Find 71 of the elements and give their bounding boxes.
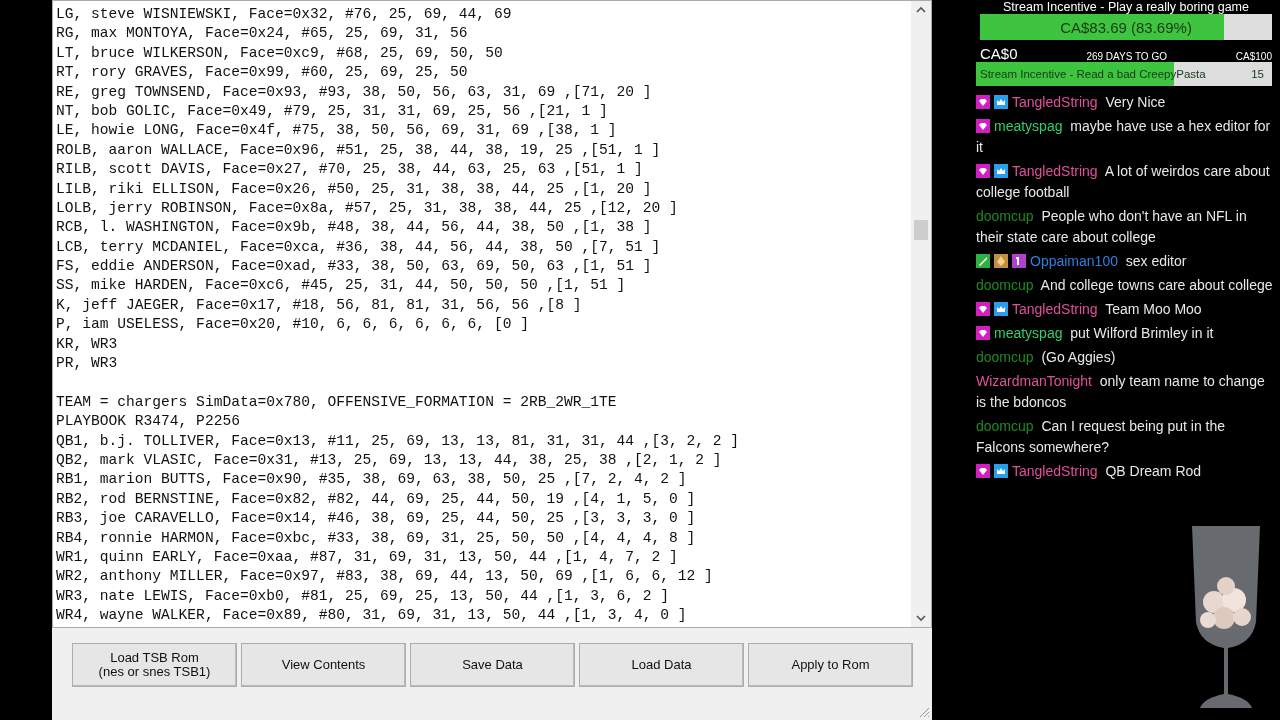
crown-badge-icon (994, 95, 1008, 109)
chat-message: doomcup And college towns care about college (976, 276, 1274, 295)
code-line: ROLB, aaron WALLACE, Face=0x96, #51, 25, 38, 44, 38, 19, 25 ,[51, 1 ] (56, 140, 662, 160)
goal-max: CA$100 (1235, 51, 1272, 62)
code-line: PLAYBOOK R3474, P2256 (56, 412, 241, 432)
code-line: LCB, terry MCDANIEL, Face=0xca, #36, 38, 44, 56, 44, 38, 50 ,[7, 51 ] (56, 237, 662, 257)
action-button[interactable]: Apply to Rom (748, 643, 913, 687)
code-line: QB2, mark VLASIC, Face=0x31, #13, 25, 69, 13, 13, 44, 38, 25, 38 ,[2, 1, 2 ] (56, 451, 723, 470)
chat-message: meatyspag put Wilford Brimley in it (976, 323, 1274, 344)
code-line: RB1, marion BUTTS, Face=0x90, #35, 38, 69, 63, 38, 50, 25 ,[7, 2, 4, 2 ] (56, 470, 688, 490)
incentive-count: 15 (1251, 68, 1264, 80)
action-button[interactable]: Load TSB Rom (nes or snes TSB1) (72, 643, 237, 687)
chat-message: Oppaiman100 sex editor (976, 251, 1274, 272)
code-line: LE, howie LONG, Face=0x4f, #75, 38, 50, 56, 69, 31, 69 ,[38, 1 ] (56, 121, 618, 141)
heart-badge-icon (976, 302, 990, 316)
code-line: P, iam USELESS, Face=0x20, #10, 6, 6, 6, 6, 6, 6, [0 ] (56, 315, 530, 335)
code-line: LT, bruce WILKERSON, Face=0xc9, #68, 25, 69, 50, 50 (56, 43, 504, 63)
code-line: RG, max MONTOYA, Face=0x24, #65, 25, 69, 31, 56 (56, 24, 469, 44)
code-line: SS, mike HARDEN, Face=0xc6, #45, 25, 31, 44, 50, 50, 50 ,[1, 51 ] (56, 276, 627, 296)
code-line: KR, WR3 (56, 334, 119, 354)
heart-badge-icon (976, 464, 990, 478)
code-line: K, jeff JAEGER, Face=0x17, #18, 56, 81, 81, 31, 56, 56 ,[8 ] (56, 295, 583, 315)
code-line: RCB, l. WASHINGTON, Face=0x9b, #48, 38, 44, 56, 44, 38, 50 ,[1, 38 ] (56, 218, 653, 238)
code-line: RB4, ronnie HARMON, Face=0xbc, #33, 38, 69, 31, 25, 50, 50 ,[4, 4, 4, 8 ] (56, 528, 697, 548)
code-line: LILB, riki ELLISON, Face=0x26, #50, 25, 31, 38, 38, 44, 25 ,[1, 20 ] (56, 179, 653, 199)
goal-min: CA$0 (980, 45, 1018, 62)
crown-badge-icon (994, 164, 1008, 178)
resize-grip-icon[interactable] (918, 706, 930, 718)
chat-message: doomcup Can I request being put in the Falcons somewhere? (976, 417, 1227, 457)
scroll-up-icon[interactable] (916, 5, 926, 15)
scrollbar[interactable] (911, 1, 931, 627)
code-line: RILB, scott DAVIS, Face=0x27, #70, 25, 38, 44, 63, 25, 63 ,[51, 1 ] (56, 160, 644, 180)
crown-badge-icon (994, 464, 1008, 478)
sword-badge-icon (976, 254, 990, 268)
code-line: WR4, wayne WALKER, Face=0x89, #80, 31, 69, 31, 13, 50, 44 ,[1, 3, 4, 0 ] (56, 606, 688, 626)
code-line: WR3, nate LEWIS, Face=0xb0, #81, 25, 69, 25, 13, 50, 44 ,[1, 3, 6, 2 ] (56, 586, 671, 606)
code-line: RB2, rod BERNSTINE, Face=0x82, #82, 44, 69, 25, 44, 50, 19 ,[4, 1, 5, 0 ] (56, 489, 697, 509)
code-line: TEAM = chargers SimData=0x780, OFFENSIVE_FORMATION = 2RB_2WR_1TE (56, 392, 618, 412)
heart-badge-icon (976, 326, 990, 340)
chat-message: TangledString Team Moo Moo (976, 299, 1274, 320)
heart-badge-icon (976, 119, 990, 133)
scroll-thumb[interactable] (914, 220, 928, 240)
code-line: PR, WR3 (56, 354, 119, 374)
code-line: QB1, b.j. TOLLIVER, Face=0x13, #11, 25, 69, 13, 13, 81, 31, 31, 44 ,[3, 2, 2 ] (56, 431, 741, 451)
chat-message: doomcup (Go Aggies) (976, 348, 1117, 367)
chat-message: TangledString Very Nice (976, 92, 1274, 113)
chat-message: meatyspag maybe have use a hex editor for it (976, 117, 1272, 157)
code-line: WR1, quinn EARLY, Face=0xaa, #87, 31, 69, 31, 13, 50, 44 ,[1, 4, 7, 2 ] (56, 547, 679, 567)
code-line: LOLB, jerry ROBINSON, Face=0x8a, #57, 25, 31, 38, 38, 44, 25 ,[12, 20 ] (56, 198, 679, 218)
code-line: RB3, joe CARAVELLO, Face=0x14, #46, 38, 69, 25, 44, 50, 25 ,[3, 3, 3, 0 ] (56, 509, 697, 529)
days-left: 269 DAYS TO GO (1086, 51, 1167, 62)
crown-badge-icon (994, 302, 1008, 316)
code-line: RT, rory GRAVES, Face=0x99, #60, 25, 69, 25, 50 (56, 63, 469, 83)
heart-badge-icon (976, 164, 990, 178)
chat-message: WizardmanTonight only team name to change is the bdoncos (976, 372, 1266, 412)
code-line: RE, greg TOWNSEND, Face=0x93, #93, 38, 50, 56, 63, 31, 69 ,[71, 20 ] (56, 82, 653, 102)
incentive-title: Stream Incentive - Play a really boring game (1002, 0, 1250, 14)
code-line: NT, bob GOLIC, Face=0x49, #79, 25, 31, 31, 69, 25, 56 ,[21, 1 ] (56, 101, 609, 121)
action-button[interactable]: Load Data (579, 643, 744, 687)
gem-badge-icon (994, 254, 1008, 268)
heart-badge-icon (976, 95, 990, 109)
goal-amount: CA$83.69 (83.69%) (1060, 18, 1192, 36)
action-button[interactable]: Save Data (410, 643, 575, 687)
scroll-down-icon[interactable] (916, 613, 926, 623)
code-line: FS, eddie ANDERSON, Face=0xad, #33, 38, 50, 63, 69, 50, 63 ,[1, 51 ] (56, 257, 653, 277)
code-line: WR2, anthony MILLER, Face=0x97, #83, 38, 69, 44, 13, 50, 69 ,[1, 6, 6, 12 ] (56, 567, 714, 587)
first-badge-icon (1012, 254, 1026, 268)
action-button[interactable]: View Contents (241, 643, 406, 687)
chat-message: TangledString A lot of weirdos care about college football (976, 162, 1271, 202)
code-line: LG, steve WISNIEWSKI, Face=0x32, #76, 25, 69, 44, 69 (56, 5, 513, 24)
chat-message: TangledString QB Dream Rod (976, 461, 1274, 482)
